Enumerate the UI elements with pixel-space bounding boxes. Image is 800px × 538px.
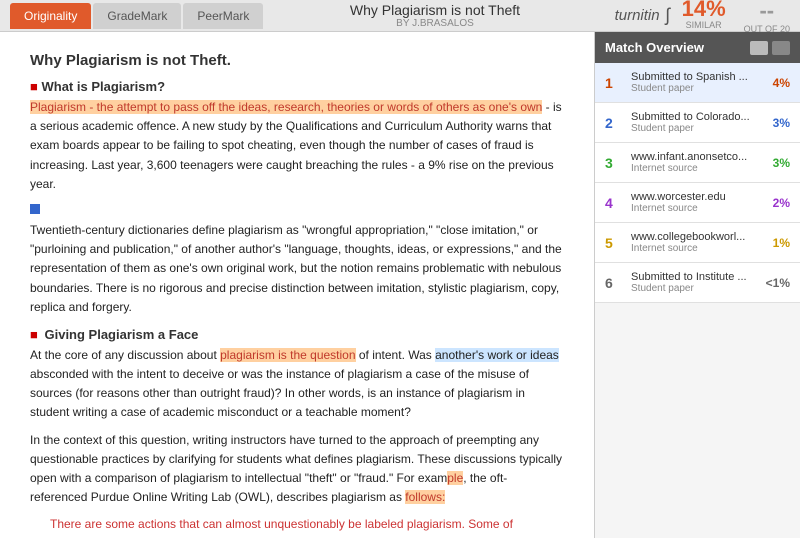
- highlighted-follows: follows:: [405, 490, 445, 504]
- blockquote: There are some actions that can almost u…: [50, 515, 544, 538]
- match-type-3: Internet source: [631, 163, 773, 174]
- turnitin-label: turnitin: [615, 7, 660, 24]
- match-source-5: www.collegebookworl...: [631, 231, 761, 243]
- highlighted-text-1: Plagiarism - the attempt to pass off the…: [30, 100, 542, 114]
- highlighted-example: ple: [447, 471, 463, 485]
- match-percent-5: 1%: [773, 236, 790, 250]
- match-number-5: 5: [605, 235, 625, 251]
- grid-view-icon[interactable]: [772, 41, 790, 55]
- match-marker-1: ■: [30, 79, 38, 94]
- paper-title: Why Plagiarism is not Theft.: [30, 52, 564, 69]
- match-number-6: 6: [605, 275, 625, 291]
- match-type-1: Student paper: [631, 83, 773, 94]
- topbar: Originality GradeMark PeerMark Why Plagi…: [0, 0, 800, 32]
- match-type-5: Internet source: [631, 243, 773, 254]
- match-item-2[interactable]: 2 Submitted to Colorado... Student paper…: [595, 103, 800, 143]
- match-source-6: Submitted to Institute ...: [631, 271, 761, 283]
- match-type-2: Student paper: [631, 123, 773, 134]
- highlighted-another: another's work or ideas: [435, 348, 559, 362]
- section-heading-1: ■ What is Plagiarism?: [30, 79, 564, 94]
- similarity-label: SIMILAR: [682, 20, 726, 30]
- match-percent-6: <1%: [766, 276, 790, 290]
- match-percent-3: 3%: [773, 156, 790, 170]
- match-percent-2: 3%: [773, 116, 790, 130]
- main-layout: Why Plagiarism is not Theft. ■ What is P…: [0, 32, 800, 538]
- match-source-2: Submitted to Colorado...: [631, 111, 761, 123]
- tab-peermark[interactable]: PeerMark: [183, 3, 263, 29]
- tab-grademarks[interactable]: GradeMark: [93, 3, 181, 29]
- match-number-1: 1: [605, 75, 625, 91]
- document-title: Why Plagiarism is not Theft: [265, 2, 604, 18]
- document-author: BY J.BRASALOS: [265, 18, 604, 29]
- paragraph-2: Twentieth-century dictionaries define pl…: [30, 221, 564, 317]
- match-percent-1: 4%: [773, 76, 790, 90]
- match-number-2: 2: [605, 115, 625, 131]
- match-item-1[interactable]: 1 Submitted to Spanish ... Student paper…: [595, 63, 800, 103]
- turnitin-icon: ʃ: [666, 5, 670, 26]
- similarity-percent: 14%: [682, 0, 726, 20]
- highlighted-plagiarism: plagiarism is the question: [220, 348, 355, 362]
- section-heading-2: ■ Giving Plagiarism a Face: [30, 327, 564, 342]
- outof-value: --: [744, 0, 790, 24]
- match-overview-header: Match Overview: [595, 32, 800, 63]
- match-item-5[interactable]: 5 www.collegebookworl... Internet source…: [595, 223, 800, 263]
- paragraph-3: At the core of any discussion about plag…: [30, 346, 564, 423]
- document-panel[interactable]: Why Plagiarism is not Theft. ■ What is P…: [0, 32, 595, 538]
- match-marker-2: [30, 204, 40, 214]
- match-marker-3: ■: [30, 327, 38, 342]
- list-view-icon[interactable]: [750, 41, 768, 55]
- match-item-6[interactable]: 6 Submitted to Institute ... Student pap…: [595, 263, 800, 303]
- match-type-6: Student paper: [631, 283, 766, 294]
- tab-originality[interactable]: Originality: [10, 3, 91, 29]
- match-source-4: www.worcester.edu: [631, 191, 761, 203]
- match-number-3: 3: [605, 155, 625, 171]
- match-source-1: Submitted to Spanish ...: [631, 71, 761, 83]
- match-overview-title: Match Overview: [605, 40, 704, 55]
- match-source-3: www.infant.anonsetco...: [631, 151, 761, 163]
- match-percent-4: 2%: [773, 196, 790, 210]
- paragraph-4: In the context of this question, writing…: [30, 431, 564, 508]
- match-type-4: Internet source: [631, 203, 773, 214]
- match-item-4[interactable]: 4 www.worcester.edu Internet source 2%: [595, 183, 800, 223]
- paragraph-1: Plagiarism - the attempt to pass off the…: [30, 98, 564, 194]
- match-item-3[interactable]: 3 www.infant.anonsetco... Internet sourc…: [595, 143, 800, 183]
- match-list: 1 Submitted to Spanish ... Student paper…: [595, 63, 800, 538]
- match-number-4: 4: [605, 195, 625, 211]
- right-panel: Match Overview 1 Submitted to Spanish ..…: [595, 32, 800, 538]
